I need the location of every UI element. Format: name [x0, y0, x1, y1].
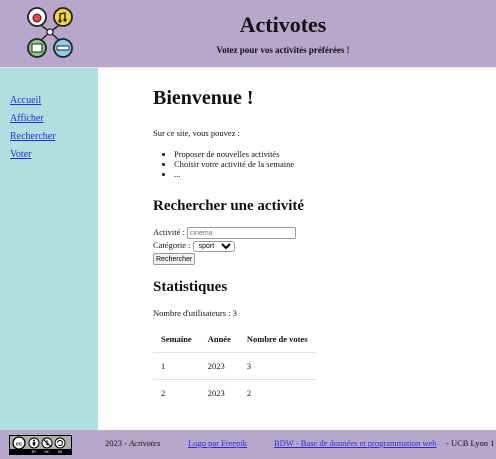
search-button[interactable]: Rechercher [153, 253, 196, 266]
feature-item: Choisir votre activité de la semaine [174, 159, 294, 169]
freepik-credit-link[interactable]: Logo par Freepik [188, 438, 247, 448]
main-content: Bienvenue ! Sur ce site, vous pouvez : P… [98, 68, 496, 430]
table-row: 1 2023 3 [153, 352, 316, 380]
users-count: Nombre d'utilisateurs : 3 [153, 308, 237, 318]
activity-input[interactable] [187, 227, 296, 240]
intro-text: Sur ce site, vous pouvez : [153, 128, 240, 138]
footer-year: 2023 - [105, 438, 130, 448]
activity-label: Activité : [153, 227, 185, 237]
table-cell: 2 [161, 388, 166, 398]
sidebar-link-afficher[interactable]: Afficher [10, 113, 44, 124]
table-header-row: Semaine Année Nombre de votes [153, 326, 316, 353]
license-label-sa: SA [58, 450, 63, 454]
bdw-course-link[interactable]: BDW - Base de données et programmation w… [274, 438, 436, 448]
footer-institution: - UCB Lyon 1 [446, 438, 495, 448]
stats-table: Semaine Année Nombre de votes 1 2023 3 2… [153, 326, 316, 406]
stats-title: Statistiques [153, 279, 228, 295]
column-header-annee: Année [199, 326, 239, 353]
site-subtitle: Votez pour vos activités préférées ! [216, 45, 350, 55]
table-cell: 2023 [207, 388, 225, 398]
table-cell: 2023 [199, 352, 239, 380]
search-form: Activité : Catégorie : sport Rechercher [153, 226, 296, 266]
sidebar-item-accueil: Accueil [10, 95, 56, 107]
footer-copyright: 2023 - Activotes [105, 438, 160, 448]
sidebar-item-rechercher: Rechercher [10, 131, 56, 143]
table-cell: 1 [153, 352, 200, 380]
license-badge[interactable]: cc $ BY NC SA [9, 435, 72, 455]
footer-site-name: Activotes [129, 438, 161, 448]
feature-item: ... [174, 169, 294, 179]
feature-item: Proposer de nouvelles activités [174, 149, 294, 159]
welcome-title: Bienvenue ! [153, 87, 254, 109]
header: Activotes Votez pour vos activités préfé… [0, 0, 496, 67]
sidebar-menu: Accueil Afficher Rechercher Voter [10, 95, 56, 167]
sidebar-item-afficher: Afficher [10, 113, 56, 125]
footer: cc $ BY NC SA 2023 - Activotes Logo par … [0, 430, 496, 459]
license-label-by: BY [32, 450, 37, 454]
table-cell: 3 [238, 352, 316, 380]
license-label-nc: NC [44, 450, 50, 454]
feature-list: Proposer de nouvelles activités Choisir … [161, 149, 294, 179]
category-label: Catégorie : [153, 240, 191, 251]
sidebar: Accueil Afficher Rechercher Voter [0, 68, 98, 430]
table-cell: 2 [246, 388, 252, 398]
column-header-semaine: Semaine [153, 326, 200, 353]
sidebar-item-voter: Voter [10, 149, 56, 161]
table-row: 2 2023 2 [153, 380, 316, 407]
column-header-votes: Nombre de votes [238, 326, 316, 353]
sidebar-link-accueil[interactable]: Accueil [10, 95, 41, 106]
sidebar-link-rechercher[interactable]: Rechercher [10, 131, 56, 142]
search-title: Rechercher une activité [153, 198, 305, 214]
cc-by-nc-sa-icon: cc $ BY NC SA [10, 436, 71, 454]
sidebar-link-voter[interactable]: Voter [10, 149, 31, 160]
site-title: Activotes [239, 12, 327, 37]
svg-text:cc: cc [16, 441, 22, 447]
category-select[interactable]: sport [192, 240, 235, 252]
